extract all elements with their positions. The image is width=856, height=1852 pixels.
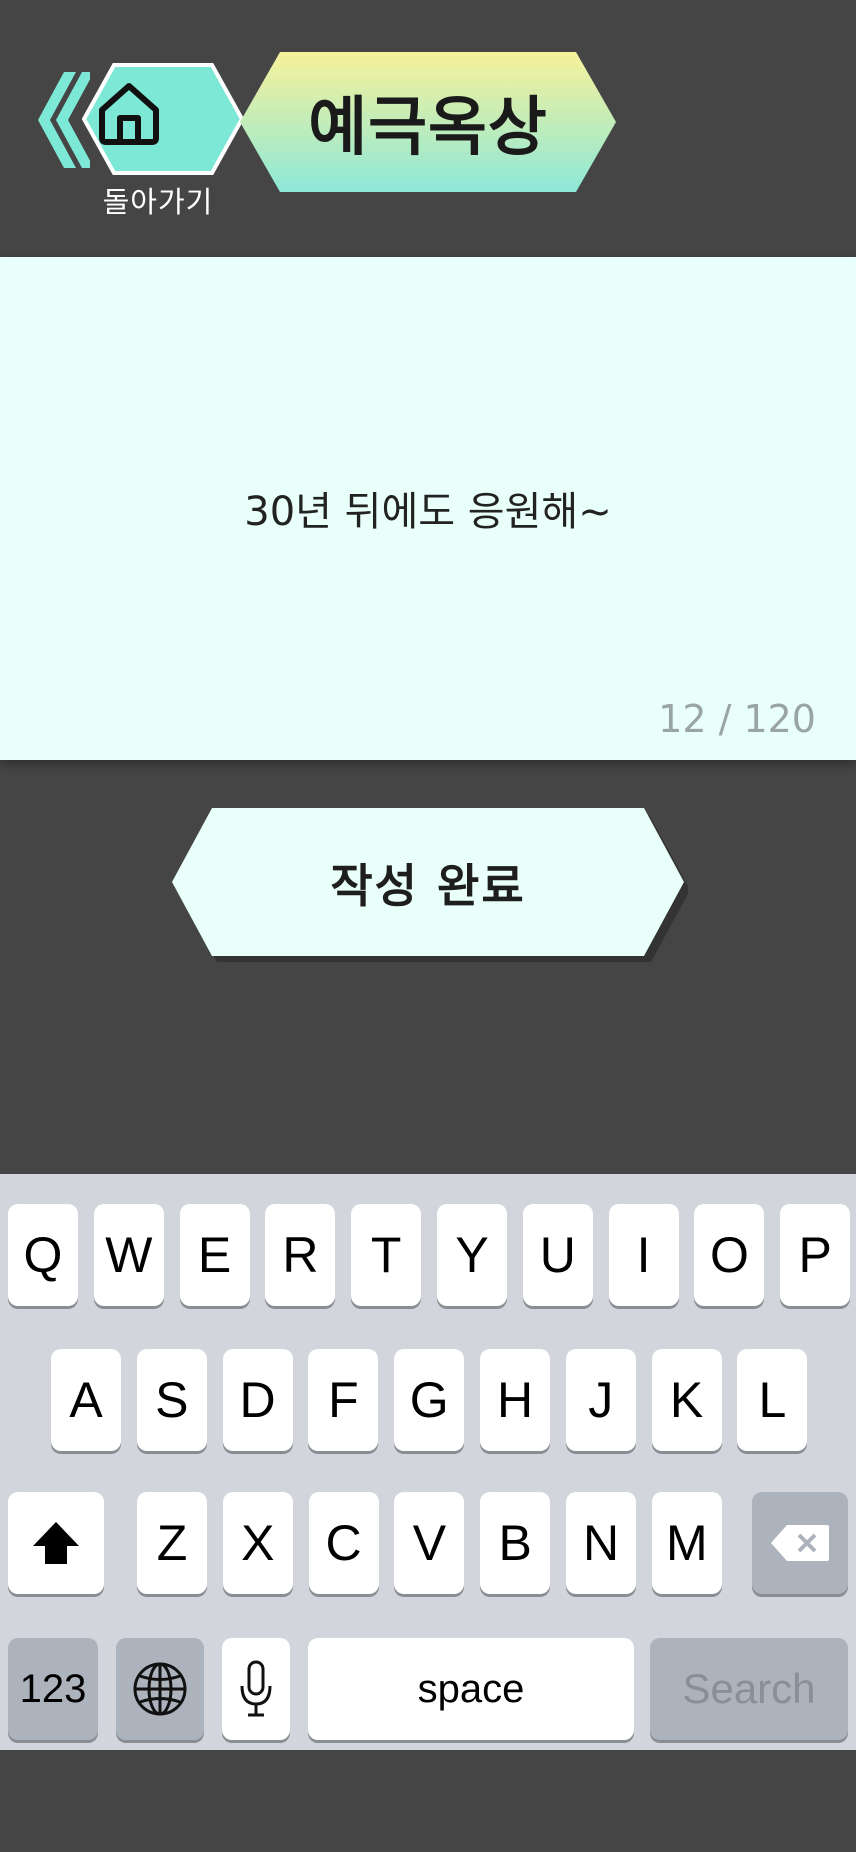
key-label: A	[69, 1372, 103, 1428]
key-n[interactable]: N	[566, 1492, 636, 1594]
key-label: Q	[23, 1227, 63, 1283]
key-label: D	[239, 1372, 276, 1428]
message-text: 30년 뒤에도 응원해~	[244, 489, 612, 535]
globe-key[interactable]	[116, 1638, 204, 1740]
key-f[interactable]: F	[308, 1349, 379, 1451]
page-title: 예극옥상	[308, 91, 548, 165]
key-label: L	[758, 1372, 787, 1428]
delete-key[interactable]	[752, 1492, 848, 1594]
onscreen-keyboard: QWERTYU I OP ASDFGHJKL ZXCVBNM 123 space S…	[0, 1174, 856, 1750]
key-j[interactable]: J	[565, 1349, 636, 1451]
search-key[interactable]: Search	[650, 1638, 848, 1740]
key-y[interactable]: Y	[437, 1204, 507, 1306]
key-label: F	[328, 1372, 359, 1428]
key-label: X	[241, 1515, 275, 1571]
delete-icon	[771, 1525, 829, 1561]
key-label: W	[105, 1227, 153, 1283]
key-label: I	[636, 1227, 651, 1283]
microphone-key[interactable]	[222, 1638, 290, 1740]
bottom-safe-area	[0, 1750, 856, 1852]
home-icon	[99, 83, 159, 145]
key-g[interactable]: G	[394, 1349, 465, 1451]
key-label: Y	[455, 1227, 489, 1283]
key-label: U	[539, 1227, 576, 1283]
key-label: R	[282, 1227, 319, 1283]
key-z[interactable]: Z	[137, 1492, 207, 1594]
back-label: 돌아가기	[102, 185, 214, 219]
header: 돌아가기 예극옥상	[0, 0, 856, 257]
key-label: V	[412, 1515, 447, 1571]
key-s[interactable]: S	[136, 1349, 207, 1451]
search-key-label: Search	[682, 1665, 816, 1712]
key-label: Z	[156, 1515, 188, 1571]
key-e[interactable]: E	[179, 1204, 250, 1306]
key-u[interactable]: U	[522, 1204, 593, 1306]
key-label: N	[582, 1515, 620, 1571]
key-label: T	[370, 1227, 402, 1283]
shift-key[interactable]	[8, 1492, 104, 1594]
shift-icon	[33, 1522, 79, 1564]
space-key-label: space	[417, 1666, 525, 1711]
character-counter: 12 / 120	[658, 697, 816, 741]
key-k[interactable]: K	[651, 1349, 722, 1451]
key-t[interactable]: T	[351, 1204, 422, 1306]
key-m[interactable]: M	[651, 1492, 722, 1594]
numbers-key[interactable]: 123	[8, 1638, 98, 1740]
message-input-area[interactable]: 30년 뒤에도 응원해~ 12 / 120	[0, 257, 856, 760]
key-h[interactable]: H	[480, 1349, 550, 1451]
key-label: G	[409, 1372, 449, 1428]
key-o[interactable]: O	[694, 1204, 765, 1306]
app-screen: 돌아가기 예극옥상 30년 뒤에도 응원해~ 12 / 120 작성 완료 QW…	[0, 0, 856, 1852]
key-p[interactable]: P	[780, 1204, 851, 1306]
submit-label: 작성 완료	[330, 859, 526, 913]
key-b[interactable]: B	[480, 1492, 551, 1594]
key-d[interactable]: D	[222, 1349, 293, 1451]
numbers-key-label: 123	[19, 1666, 87, 1711]
key-label: K	[669, 1372, 704, 1428]
key-label: P	[798, 1227, 832, 1283]
key-l[interactable]: L	[737, 1349, 808, 1451]
space-key[interactable]: space	[308, 1638, 634, 1740]
key-label: E	[197, 1227, 232, 1283]
key-label: H	[496, 1372, 534, 1428]
key-label: C	[325, 1515, 362, 1571]
key-label: M	[665, 1515, 708, 1571]
key-r[interactable]: R	[265, 1204, 336, 1306]
microphone-icon	[240, 1660, 272, 1717]
key-i[interactable]: I	[608, 1204, 679, 1306]
key-a[interactable]: A	[51, 1349, 121, 1451]
key-x[interactable]: X	[222, 1492, 293, 1594]
key-q[interactable]: Q	[8, 1204, 78, 1306]
key-c[interactable]: C	[308, 1492, 379, 1594]
back-button[interactable]: 돌아가기	[38, 60, 244, 220]
key-v[interactable]: V	[394, 1492, 465, 1594]
key-label: O	[709, 1227, 749, 1283]
key-label: J	[588, 1372, 614, 1428]
key-label: S	[155, 1372, 189, 1428]
key-w[interactable]: W	[93, 1204, 164, 1306]
key-label: B	[498, 1515, 532, 1571]
globe-icon	[133, 1662, 187, 1716]
